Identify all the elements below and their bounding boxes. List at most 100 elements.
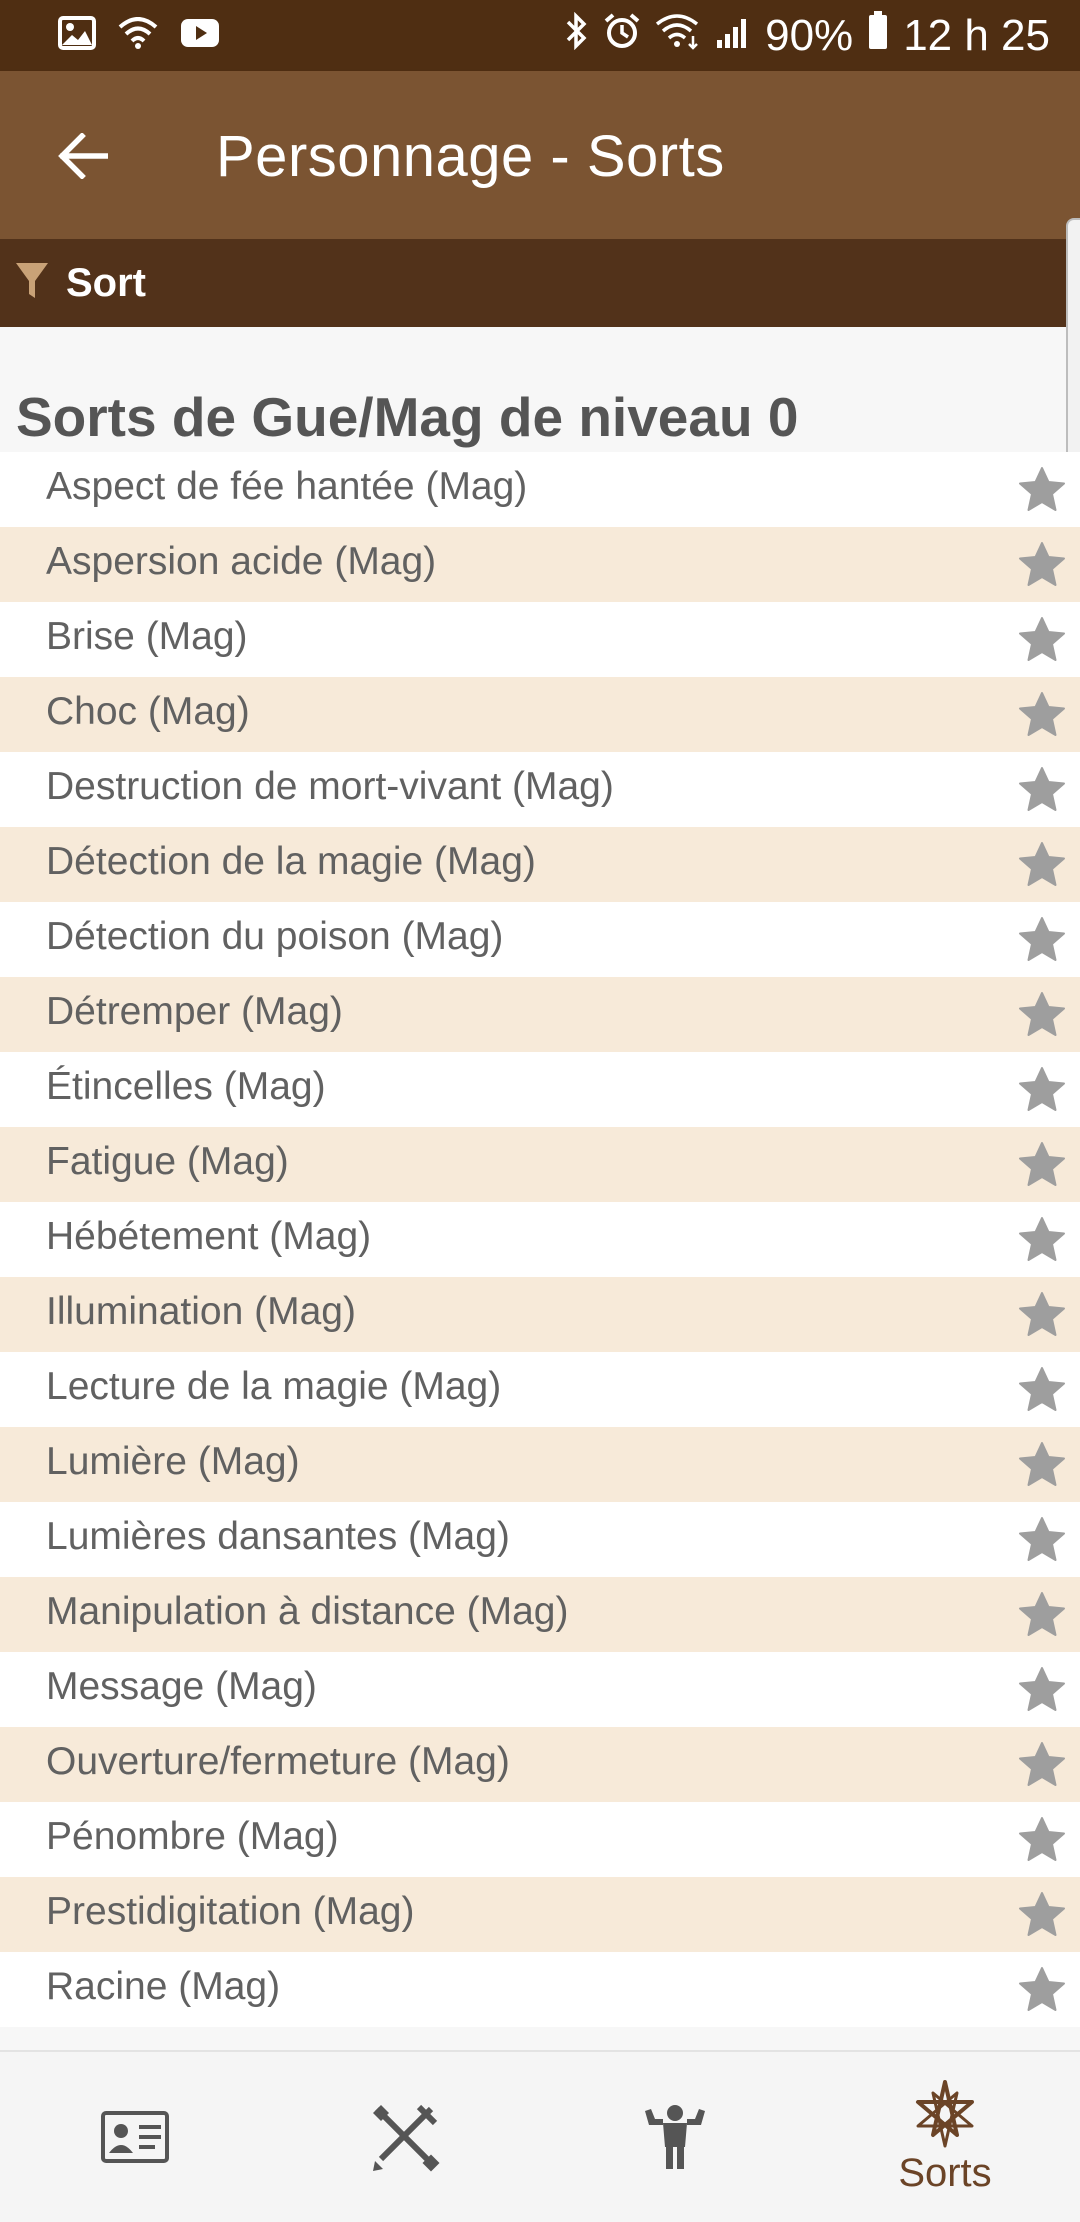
spell-row[interactable]: Détection du poison (Mag) (0, 902, 1080, 977)
star-icon (1019, 467, 1065, 511)
spell-row[interactable]: Aspect de fée hantée (Mag) (0, 452, 1080, 527)
spell-name: Fatigue (Mag) (46, 1140, 289, 1183)
star-icon (1019, 1067, 1065, 1111)
spell-row[interactable]: Destruction de mort-vivant (Mag) (0, 752, 1080, 827)
alarm-icon (603, 11, 641, 61)
spell-name: Pénombre (Mag) (46, 1815, 339, 1858)
bottom-nav: Sorts (0, 2050, 1080, 2222)
arrow-left-icon (58, 133, 108, 179)
nav-item-abilities[interactable] (540, 2052, 810, 2222)
spell-name: Aspersion acide (Mag) (46, 540, 437, 583)
star-icon (1019, 1742, 1065, 1786)
favorite-star-button[interactable] (1018, 1741, 1066, 1787)
cell-signal-icon (715, 11, 751, 61)
spell-list-container[interactable]: Sorts de Gue/Mag de niveau 0 Aspect de f… (0, 327, 1080, 2050)
back-button[interactable] (40, 113, 126, 199)
spell-row[interactable]: Étincelles (Mag) (0, 1052, 1080, 1127)
favorite-star-button[interactable] (1018, 616, 1066, 662)
star-icon (1019, 542, 1065, 586)
spell-name: Destruction de mort-vivant (Mag) (46, 765, 614, 808)
spell-row[interactable]: Pénombre (Mag) (0, 1802, 1080, 1877)
heptagram-star-icon (916, 2079, 974, 2147)
clock: 12 h 25 (903, 10, 1050, 60)
spell-name: Prestidigitation (Mag) (46, 1890, 415, 1933)
favorite-star-button[interactable] (1018, 1816, 1066, 1862)
star-icon (1019, 1967, 1065, 2011)
favorite-star-button[interactable] (1018, 1891, 1066, 1937)
spell-row[interactable]: Détremper (Mag) (0, 977, 1080, 1052)
spell-name: Étincelles (Mag) (46, 1065, 326, 1108)
spell-list: Aspect de fée hantée (Mag) Aspersion aci… (0, 452, 1080, 2027)
favorite-star-button[interactable] (1018, 1291, 1066, 1337)
favorite-star-button[interactable] (1018, 691, 1066, 737)
star-icon (1019, 1442, 1065, 1486)
spell-row[interactable]: Ouverture/fermeture (Mag) (0, 1727, 1080, 1802)
spell-row[interactable]: Prestidigitation (Mag) (0, 1877, 1080, 1952)
spell-row[interactable]: Lumières dansantes (Mag) (0, 1502, 1080, 1577)
spell-name: Hébétement (Mag) (46, 1215, 372, 1258)
youtube-icon (180, 18, 220, 53)
battery-icon (867, 10, 889, 61)
spell-name: Manipulation à distance (Mag) (46, 1590, 569, 1633)
star-icon (1019, 1817, 1065, 1861)
favorite-star-button[interactable] (1018, 541, 1066, 587)
id-card-icon (101, 2111, 169, 2163)
nav-item-character-sheet[interactable] (0, 2052, 270, 2222)
filter-icon[interactable] (14, 261, 50, 306)
crossed-weapons-icon (373, 2104, 440, 2172)
spell-row[interactable]: Manipulation à distance (Mag) (0, 1577, 1080, 1652)
star-icon (1019, 917, 1065, 961)
spell-row[interactable]: Message (Mag) (0, 1652, 1080, 1727)
favorite-star-button[interactable] (1018, 1591, 1066, 1637)
star-icon (1019, 617, 1065, 661)
spell-name: Lumière (Mag) (46, 1440, 300, 1483)
spell-row[interactable]: Brise (Mag) (0, 602, 1080, 677)
favorite-star-button[interactable] (1018, 1066, 1066, 1112)
star-icon (1019, 1142, 1065, 1186)
nav-item-combat[interactable] (270, 2052, 540, 2222)
spell-row[interactable]: Illumination (Mag) (0, 1277, 1080, 1352)
spell-name: Brise (Mag) (46, 615, 248, 658)
spell-row[interactable]: Fatigue (Mag) (0, 1127, 1080, 1202)
filter-bar[interactable]: Sort (0, 239, 1080, 327)
star-icon (1019, 1667, 1065, 1711)
wifi-icon (118, 17, 158, 54)
spell-row[interactable]: Choc (Mag) (0, 677, 1080, 752)
nav-label-spells: Sorts (898, 2150, 992, 2195)
spell-row[interactable]: Détection de la magie (Mag) (0, 827, 1080, 902)
star-icon (1019, 1292, 1065, 1336)
status-left-icons (58, 16, 220, 55)
image-icon (58, 16, 96, 55)
star-icon (1019, 692, 1065, 736)
favorite-star-button[interactable] (1018, 916, 1066, 962)
spell-name: Ouverture/fermeture (Mag) (46, 1740, 510, 1783)
app-bar: Personnage - Sorts (0, 71, 1080, 239)
star-icon (1019, 1217, 1065, 1261)
favorite-star-button[interactable] (1018, 1441, 1066, 1487)
battery-percent: 90% (765, 10, 854, 60)
status-bar: 90% 12 h 25 (0, 0, 1080, 71)
favorite-star-button[interactable] (1018, 1516, 1066, 1562)
spell-row[interactable]: Racine (Mag) (0, 1952, 1080, 2027)
favorite-star-button[interactable] (1018, 841, 1066, 887)
nav-item-spells[interactable]: Sorts (810, 2052, 1080, 2222)
spell-name: Détremper (Mag) (46, 990, 343, 1033)
strongman-icon (645, 2105, 705, 2169)
filter-label[interactable]: Sort (66, 261, 146, 306)
favorite-star-button[interactable] (1018, 466, 1066, 512)
spell-name: Illumination (Mag) (46, 1290, 356, 1333)
favorite-star-button[interactable] (1018, 1216, 1066, 1262)
favorite-star-button[interactable] (1018, 1966, 1066, 2012)
favorite-star-button[interactable] (1018, 1366, 1066, 1412)
page-title: Personnage - Sorts (216, 124, 725, 189)
spell-row[interactable]: Lumière (Mag) (0, 1427, 1080, 1502)
favorite-star-button[interactable] (1018, 1141, 1066, 1187)
spell-row[interactable]: Aspersion acide (Mag) (0, 527, 1080, 602)
favorite-star-button[interactable] (1018, 991, 1066, 1037)
star-icon (1019, 1892, 1065, 1936)
spell-row[interactable]: Lecture de la magie (Mag) (0, 1352, 1080, 1427)
favorite-star-button[interactable] (1018, 1666, 1066, 1712)
bluetooth-icon (565, 11, 589, 61)
spell-row[interactable]: Hébétement (Mag) (0, 1202, 1080, 1277)
favorite-star-button[interactable] (1018, 766, 1066, 812)
